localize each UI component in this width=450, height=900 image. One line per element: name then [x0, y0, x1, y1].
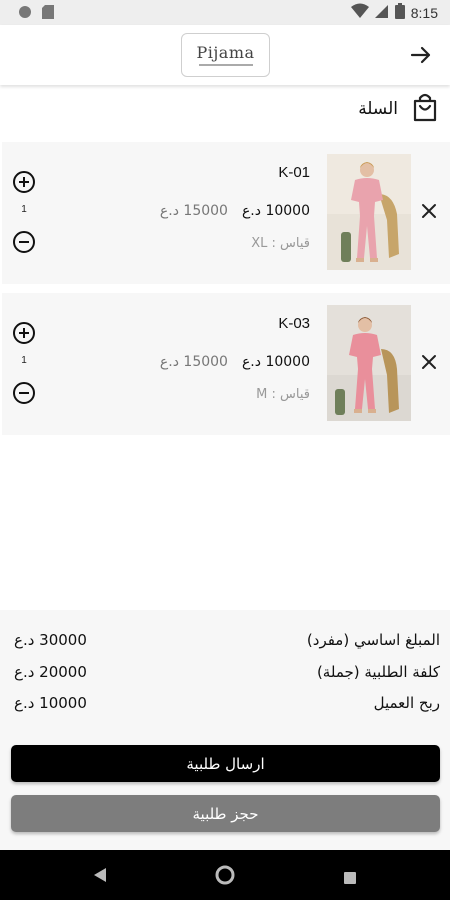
increase-quantity-button[interactable] — [12, 170, 36, 194]
current-price: 10000 د.ع — [241, 354, 310, 370]
battery-icon — [394, 3, 405, 23]
cart-item: K-01 10000 د.ع 15000 د.ع قياس : XL 1 — [2, 142, 450, 284]
logo-tagline-mark — [198, 63, 253, 66]
status-time: 8:15 — [410, 5, 438, 21]
base-amount-value: 30000 د.ع — [14, 631, 87, 649]
old-price: 15000 د.ع — [159, 354, 228, 370]
increase-quantity-button[interactable] — [12, 321, 36, 345]
customer-profit-value: 10000 د.ع — [14, 694, 87, 712]
sd-card-icon — [42, 4, 54, 23]
size-label: قياس : XL — [251, 236, 310, 251]
old-price: 15000 د.ع — [159, 203, 228, 219]
order-cost-value: 20000 د.ع — [14, 663, 87, 681]
current-price: 10000 د.ع — [241, 203, 310, 219]
quantity-value: 1 — [21, 355, 27, 366]
decrease-quantity-button[interactable] — [12, 381, 36, 405]
minus-circle-icon — [13, 382, 35, 404]
summary-row-base-amount: 30000 د.ع المبلغ اساسي (مفرد) — [14, 628, 440, 652]
cart-item: K-03 10000 د.ع 15000 د.ع قياس : M 1 — [2, 293, 450, 435]
product-code: K-01 — [278, 164, 310, 181]
circle-icon — [18, 4, 32, 23]
product-code: K-03 — [278, 315, 310, 332]
status-bar: 8:15 — [0, 0, 450, 25]
shopping-bag-icon — [412, 92, 438, 126]
cell-signal-icon — [374, 3, 389, 23]
brand-logo: Pijama — [181, 33, 270, 77]
summary-row-order-cost: 20000 د.ع كلفة الطلبية (جملة) — [14, 660, 440, 684]
product-image — [327, 154, 411, 270]
send-order-button[interactable]: ارسال طلبية — [11, 745, 440, 782]
remove-item-button[interactable] — [420, 353, 438, 371]
nav-recents-icon[interactable] — [344, 869, 356, 888]
price-row: 10000 د.ع 15000 د.ع — [160, 354, 310, 370]
minus-circle-icon — [13, 231, 35, 253]
plus-circle-icon — [13, 171, 35, 193]
arrow-right-icon — [410, 46, 431, 64]
nav-back-icon[interactable] — [93, 867, 107, 887]
system-nav-bar — [0, 850, 450, 900]
cart-header: السلة — [358, 92, 438, 126]
plus-circle-icon — [13, 322, 35, 344]
quantity-value: 1 — [21, 204, 27, 215]
product-image — [327, 305, 411, 421]
book-order-button[interactable]: حجز طلبية — [11, 795, 440, 832]
size-label: قياس : M — [256, 387, 310, 402]
app-bar: Pijama — [0, 25, 450, 85]
customer-profit-label: ربح العميل — [373, 694, 440, 712]
price-row: 10000 د.ع 15000 د.ع — [160, 203, 310, 219]
summary-row-customer-profit: 10000 د.ع ربح العميل — [14, 691, 440, 715]
wifi-icon — [350, 3, 369, 23]
nav-home-icon[interactable] — [215, 865, 235, 889]
close-icon — [422, 355, 436, 369]
decrease-quantity-button[interactable] — [12, 230, 36, 254]
order-cost-label: كلفة الطلبية (جملة) — [316, 663, 440, 681]
remove-item-button[interactable] — [420, 202, 438, 220]
close-icon — [422, 204, 436, 218]
order-summary: 30000 د.ع المبلغ اساسي (مفرد) 20000 د.ع … — [0, 610, 450, 850]
back-button[interactable] — [408, 42, 434, 68]
base-amount-label: المبلغ اساسي (مفرد) — [306, 631, 440, 649]
page-title: السلة — [358, 99, 398, 119]
logo-text: Pijama — [196, 42, 255, 62]
